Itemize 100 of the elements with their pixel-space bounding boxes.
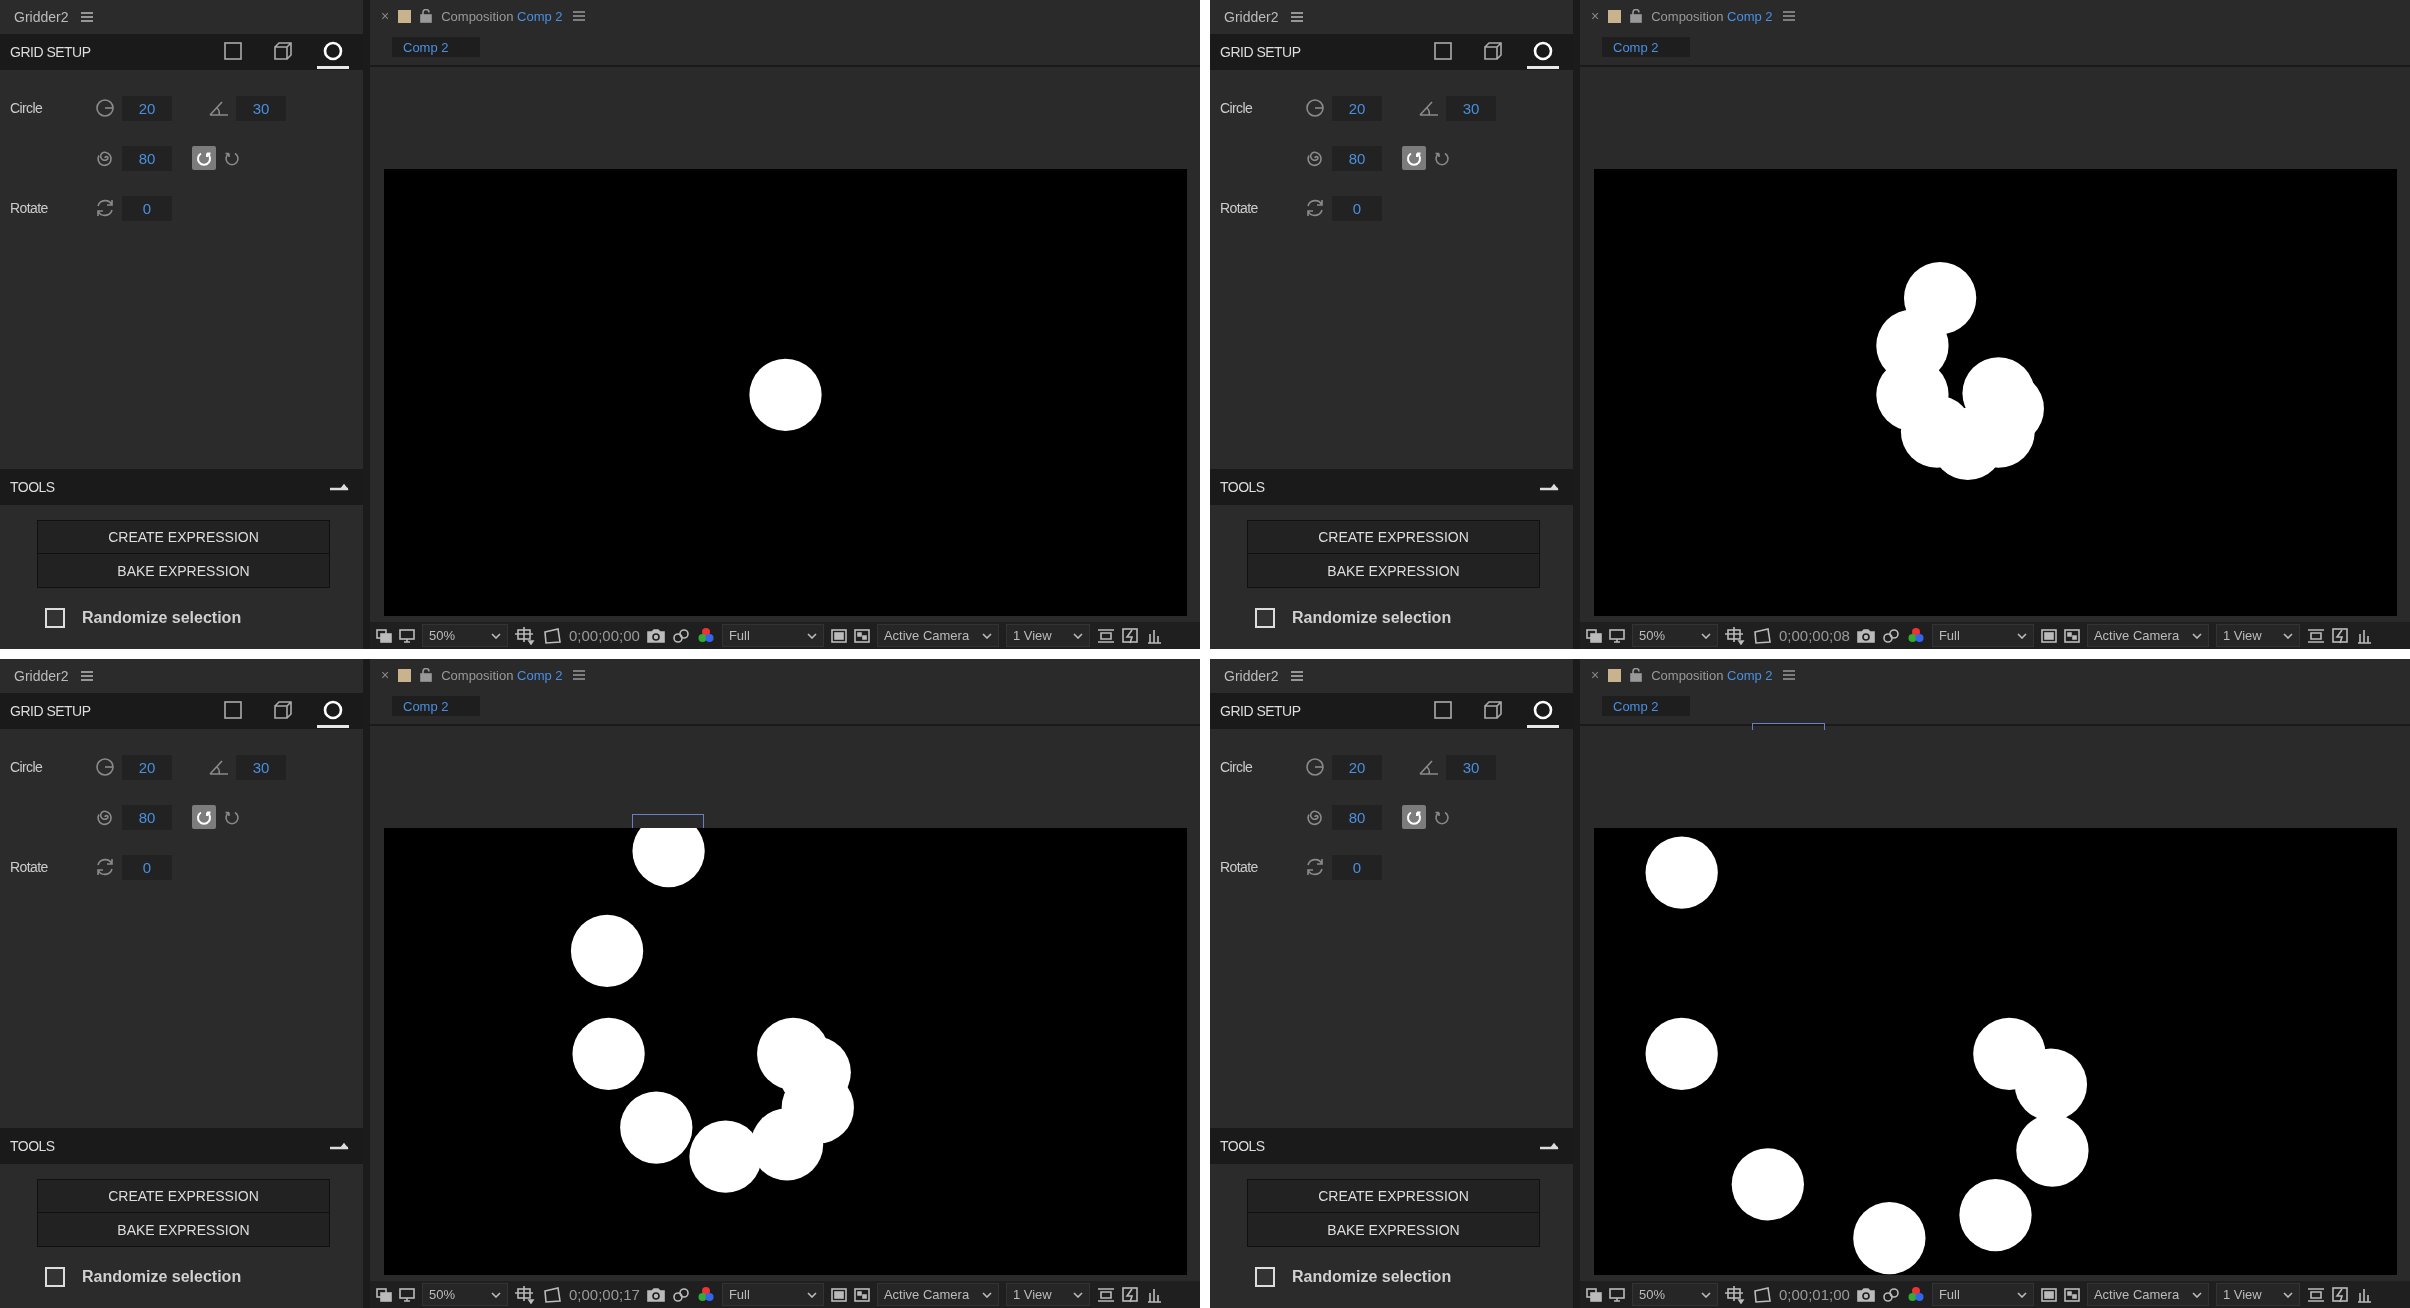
monitor-icon[interactable] <box>399 1287 415 1302</box>
link-icon[interactable] <box>671 1286 690 1303</box>
render-icon[interactable] <box>1121 627 1140 644</box>
checkbox[interactable] <box>45 1267 65 1287</box>
checkbox[interactable] <box>45 608 65 628</box>
link-icon[interactable] <box>1881 627 1900 644</box>
number-field[interactable]: 0 <box>122 854 172 880</box>
checkbox[interactable] <box>1255 608 1275 628</box>
layers-icon[interactable] <box>376 1287 392 1302</box>
number-field[interactable]: 30 <box>236 754 286 780</box>
fast-preview-icon[interactable] <box>830 1287 847 1302</box>
collapse-icon[interactable] <box>1539 1140 1559 1152</box>
number-field[interactable]: 80 <box>122 804 172 830</box>
direction-toggle[interactable] <box>1402 805 1426 829</box>
dropdown[interactable]: Full <box>721 1283 824 1306</box>
comp-tab[interactable]: Comp 2 <box>392 696 480 716</box>
link-icon[interactable] <box>671 627 690 644</box>
dropdown[interactable]: Full <box>1931 1283 2034 1306</box>
layers-icon[interactable] <box>376 628 392 643</box>
mask-icon[interactable] <box>1752 1285 1772 1304</box>
checker-icon[interactable] <box>2063 1287 2080 1302</box>
action-button[interactable]: CREATE EXPRESSION <box>1248 521 1539 554</box>
checker-icon[interactable] <box>853 628 870 643</box>
fast-preview-icon[interactable] <box>2040 628 2057 643</box>
comp-tab[interactable]: Comp 2 <box>1602 696 1690 716</box>
timecode[interactable]: 0;00;00;00 <box>569 627 640 644</box>
dropdown[interactable]: Full <box>1931 624 2034 647</box>
dropdown[interactable]: 1 View <box>1005 1283 1090 1306</box>
number-field[interactable]: 30 <box>1446 95 1496 121</box>
number-field[interactable]: 30 <box>1446 754 1496 780</box>
render-icon[interactable] <box>2331 1286 2350 1303</box>
timecode[interactable]: 0;00;00;17 <box>569 1286 640 1303</box>
channels-icon[interactable] <box>1906 626 1925 645</box>
dropdown[interactable]: Full <box>721 624 824 647</box>
render-icon[interactable] <box>1121 1286 1140 1303</box>
layout-icon[interactable] <box>2306 1286 2325 1303</box>
close-button[interactable]: × <box>1591 8 1600 24</box>
menu-icon[interactable] <box>1781 669 1796 681</box>
dropdown[interactable]: Active Camera <box>2086 1283 2209 1306</box>
render-icon[interactable] <box>2331 627 2350 644</box>
monitor-icon[interactable] <box>1609 1287 1625 1302</box>
collapse-icon[interactable] <box>1539 481 1559 493</box>
lock-icon[interactable] <box>420 668 433 682</box>
number-field[interactable]: 20 <box>122 95 172 121</box>
channels-icon[interactable] <box>1906 1285 1925 1304</box>
region-icon[interactable] <box>1725 626 1745 645</box>
channels-icon[interactable] <box>696 1285 715 1304</box>
dropdown[interactable]: 50% <box>422 1283 508 1306</box>
lock-icon[interactable] <box>420 9 433 23</box>
layout-icon[interactable] <box>1096 1286 1115 1303</box>
lock-icon[interactable] <box>1630 668 1643 682</box>
action-button[interactable]: BAKE EXPRESSION <box>38 1213 329 1246</box>
menu-icon[interactable] <box>1290 11 1305 23</box>
number-field[interactable]: 0 <box>1332 854 1382 880</box>
graph-icon[interactable] <box>2356 627 2371 644</box>
layout-icon[interactable] <box>2306 627 2325 644</box>
region-icon[interactable] <box>1725 1285 1745 1304</box>
channels-icon[interactable] <box>696 626 715 645</box>
timecode[interactable]: 0;00;00;08 <box>1779 627 1850 644</box>
dropdown[interactable]: 50% <box>422 624 508 647</box>
layers-icon[interactable] <box>1586 628 1602 643</box>
direction-toggle[interactable] <box>192 805 216 829</box>
number-field[interactable]: 80 <box>1332 804 1382 830</box>
camera-icon[interactable] <box>646 628 665 643</box>
graph-icon[interactable] <box>1146 1286 1161 1303</box>
layers-icon[interactable] <box>1586 1287 1602 1302</box>
graph-icon[interactable] <box>2356 1286 2371 1303</box>
region-icon[interactable] <box>515 626 535 645</box>
close-button[interactable]: × <box>1591 667 1600 683</box>
camera-icon[interactable] <box>1856 628 1875 643</box>
action-button[interactable]: BAKE EXPRESSION <box>1248 1213 1539 1246</box>
number-field[interactable]: 20 <box>1332 95 1382 121</box>
camera-icon[interactable] <box>646 1287 665 1302</box>
region-icon[interactable] <box>515 1285 535 1304</box>
menu-icon[interactable] <box>571 669 586 681</box>
lock-icon[interactable] <box>1630 9 1643 23</box>
direction-toggle[interactable] <box>1402 146 1426 170</box>
menu-icon[interactable] <box>80 11 95 23</box>
collapse-icon[interactable] <box>329 1140 349 1152</box>
dropdown[interactable]: Active Camera <box>2086 624 2209 647</box>
link-icon[interactable] <box>1881 1286 1900 1303</box>
checker-icon[interactable] <box>853 1287 870 1302</box>
menu-icon[interactable] <box>571 10 586 22</box>
menu-icon[interactable] <box>1781 10 1796 22</box>
dropdown[interactable]: 1 View <box>2215 1283 2300 1306</box>
comp-tab[interactable]: Comp 2 <box>392 37 480 57</box>
mask-icon[interactable] <box>1752 626 1772 645</box>
timecode[interactable]: 0;00;01;00 <box>1779 1286 1850 1303</box>
direction-toggle[interactable] <box>192 146 216 170</box>
menu-icon[interactable] <box>80 670 95 682</box>
collapse-icon[interactable] <box>329 481 349 493</box>
number-field[interactable]: 80 <box>122 145 172 171</box>
checker-icon[interactable] <box>2063 628 2080 643</box>
dropdown[interactable]: 1 View <box>1005 624 1090 647</box>
action-button[interactable]: CREATE EXPRESSION <box>38 1180 329 1213</box>
action-button[interactable]: BAKE EXPRESSION <box>1248 554 1539 587</box>
close-button[interactable]: × <box>381 667 390 683</box>
action-button[interactable]: BAKE EXPRESSION <box>38 554 329 587</box>
dropdown[interactable]: 50% <box>1632 624 1718 647</box>
monitor-icon[interactable] <box>399 628 415 643</box>
